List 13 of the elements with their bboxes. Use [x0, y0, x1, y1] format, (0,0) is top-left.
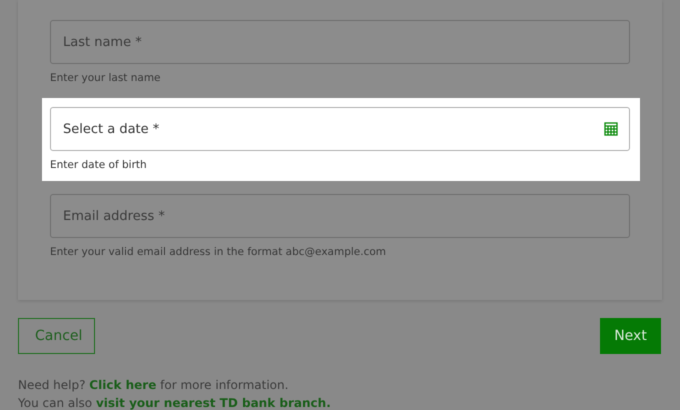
next-button[interactable]: Next [600, 318, 661, 354]
calendar-icon[interactable] [604, 122, 618, 136]
helper-text: Enter your valid email address in the format abc@example.com [50, 245, 388, 259]
help-text: You can also visit your nearest TD bank branch. [18, 395, 332, 410]
date-field[interactable]: Select a date * [50, 107, 630, 151]
text-field[interactable]: Email address * [50, 194, 630, 238]
help-link[interactable]: Click here [89, 378, 156, 392]
helper-text: Enter your last name [50, 71, 162, 85]
help-link[interactable]: visit your nearest TD bank branch. [96, 396, 331, 410]
help-text: Need help? Click here for more information. [18, 377, 290, 394]
text-field[interactable]: Last name * [50, 20, 630, 64]
cancel-button[interactable]: Cancel [18, 318, 95, 354]
helper-text: Enter date of birth [50, 158, 148, 172]
